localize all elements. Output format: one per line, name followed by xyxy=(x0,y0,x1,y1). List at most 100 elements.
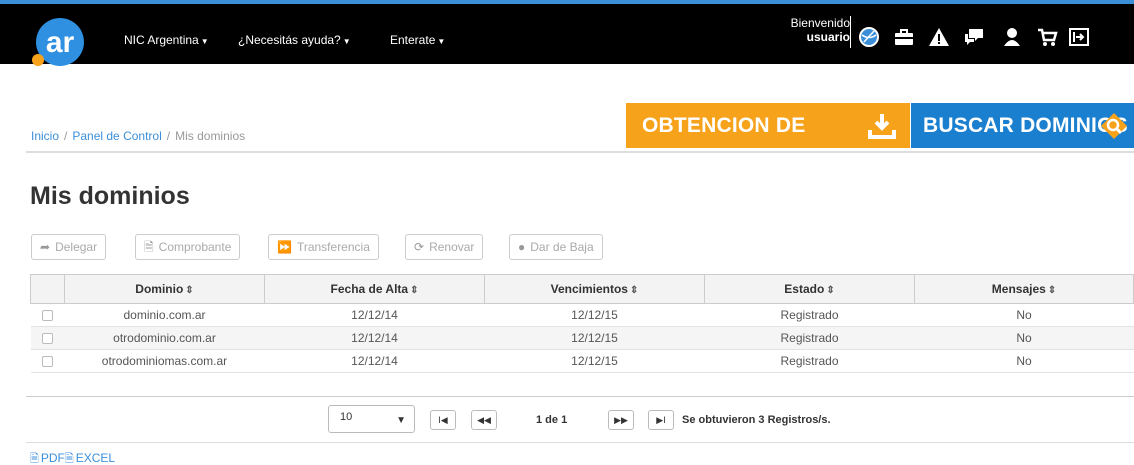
page-size-value: 10 xyxy=(340,411,353,423)
warning-icon[interactable] xyxy=(928,26,950,48)
pdf-file-icon: 🗎 xyxy=(30,453,39,465)
cell-estado: Registrado xyxy=(704,349,915,373)
records-count: Se obtuvieron 3 Registros/s. xyxy=(682,414,831,426)
header-dominio[interactable]: Dominio ⇕ xyxy=(64,274,265,304)
nav-menu-label: ¿Necesitás ayuda? xyxy=(238,33,341,47)
chevron-down-icon: ▼ xyxy=(396,415,406,426)
header-label: Dominio xyxy=(135,282,184,296)
breadcrumb-separator: / xyxy=(166,129,171,143)
header-label: Fecha de Alta xyxy=(330,282,409,296)
prev-page-button[interactable]: ◀◀ xyxy=(471,410,497,430)
cell-dominio: otrodominiomas.com.ar xyxy=(64,349,265,373)
cell-mensajes: No xyxy=(914,349,1134,373)
navbar-divider xyxy=(850,16,851,48)
briefcase-icon[interactable] xyxy=(893,26,915,48)
breadcrumb-current: Mis dominios xyxy=(175,129,246,143)
caret-down-icon: ▼ xyxy=(342,37,351,46)
header-vencimientos[interactable]: Vencimientos ⇕ xyxy=(484,274,705,304)
divider xyxy=(26,396,1134,397)
username: usuario xyxy=(806,30,850,44)
last-page-button[interactable]: ▶I xyxy=(648,410,674,430)
page-info: 1 de 1 xyxy=(536,414,568,426)
sort-icon: ⇕ xyxy=(1047,285,1057,296)
welcome-text: Bienvenido xyxy=(790,16,850,30)
first-page-button[interactable]: I◀ xyxy=(430,410,456,430)
buscar-dominios-label: BUSCAR DOMINIOS xyxy=(923,114,1128,137)
next-page-icon: ▶▶ xyxy=(614,415,628,425)
first-page-icon: I◀ xyxy=(438,415,448,425)
globe-icon[interactable] xyxy=(858,26,880,48)
cell-mensajes: No xyxy=(914,303,1134,327)
row-checkbox-cell xyxy=(30,349,65,373)
cell-vencimiento: 12/12/15 xyxy=(484,326,705,350)
nic-ar-logo[interactable]: ar xyxy=(30,14,88,68)
header-estado[interactable]: Estado ⇕ xyxy=(704,274,915,304)
export-excel-link[interactable]: 🗎 EXCEL xyxy=(65,451,115,465)
cell-fecha-alta: 12/12/14 xyxy=(264,349,485,373)
refresh-icon: ⟳ xyxy=(414,240,425,254)
table-row[interactable]: otrodominio.com.ar 12/12/14 12/12/15 Reg… xyxy=(30,326,1134,350)
row-checkbox-cell xyxy=(30,326,65,350)
cell-fecha-alta: 12/12/14 xyxy=(264,303,485,327)
dar-de-baja-label: Dar de Baja xyxy=(530,240,594,254)
header-label: Estado xyxy=(784,282,825,296)
header-fecha-alta[interactable]: Fecha de Alta ⇕ xyxy=(264,274,485,304)
caret-down-icon: ▼ xyxy=(437,37,446,46)
cell-vencimiento: 12/12/15 xyxy=(484,349,705,373)
select-all-header xyxy=(30,274,65,304)
prev-page-icon: ◀◀ xyxy=(477,415,491,425)
download-icon xyxy=(868,114,896,139)
dar-de-baja-button[interactable]: ● Dar de Baja xyxy=(509,234,603,260)
nav-menu-enterate[interactable]: Enterate ▼ xyxy=(390,33,445,47)
nav-menu-nic-argentina[interactable]: NIC Argentina ▼ xyxy=(124,33,209,47)
buscar-dominios-button[interactable]: BUSCAR DOMINIOS xyxy=(911,103,1134,148)
divider xyxy=(26,442,1134,443)
comprobante-button[interactable]: 🗎 Comprobante xyxy=(135,234,241,260)
fast-forward-icon: ⏩ xyxy=(277,240,292,254)
search-diamond-icon xyxy=(1101,113,1127,139)
sort-icon: ⇕ xyxy=(185,285,194,296)
renovar-label: Renovar xyxy=(429,240,475,254)
nav-menu-label: NIC Argentina xyxy=(124,33,199,47)
sort-icon: ⇕ xyxy=(826,285,835,296)
obtencion-dominios-button[interactable]: OBTENCION DE DOMINIOS xyxy=(626,103,910,182)
delegar-button[interactable]: ➦ Delegar xyxy=(31,234,107,260)
logout-icon[interactable] xyxy=(1068,26,1090,48)
export-pdf-link[interactable]: 🗎 PDF xyxy=(30,451,65,465)
breadcrumb-inicio[interactable]: Inicio xyxy=(31,129,59,143)
cart-icon[interactable] xyxy=(1036,26,1058,48)
breadcrumb-panel[interactable]: Panel de Control xyxy=(72,129,161,143)
renovar-button[interactable]: ⟳ Renovar xyxy=(405,234,484,260)
delegar-label: Delegar xyxy=(55,240,98,254)
row-checkbox[interactable] xyxy=(42,310,53,322)
row-checkbox[interactable] xyxy=(42,356,53,368)
transferencia-label: Transferencia xyxy=(296,240,370,254)
header-mensajes[interactable]: Mensajes ⇕ xyxy=(914,274,1134,304)
cell-dominio: otrodominio.com.ar xyxy=(64,326,265,350)
svg-text:ar: ar xyxy=(46,26,75,59)
cell-estado: Registrado xyxy=(704,303,915,327)
last-page-icon: ▶I xyxy=(656,415,666,425)
sort-icon: ⇕ xyxy=(629,285,639,296)
chat-icon[interactable] xyxy=(963,26,985,48)
next-page-button[interactable]: ▶▶ xyxy=(608,410,634,430)
transferencia-button[interactable]: ⏩ Transferencia xyxy=(268,234,379,260)
cell-estado: Registrado xyxy=(704,326,915,350)
user-icon[interactable] xyxy=(1001,26,1023,48)
page-size-select[interactable]: 10 ▼ xyxy=(328,405,415,433)
row-checkbox-cell xyxy=(30,303,65,327)
nav-menu-label: Enterate xyxy=(390,33,436,47)
excel-file-icon: 🗎 xyxy=(64,453,74,465)
table-row[interactable]: dominio.com.ar 12/12/14 12/12/15 Registr… xyxy=(30,303,1134,327)
breadcrumb: Inicio / Panel de Control / Mis dominios xyxy=(31,129,245,143)
obtencion-dominios-label: OBTENCION DE DOMINIOS xyxy=(642,114,806,182)
comprobante-label: Comprobante xyxy=(158,240,232,254)
table-row[interactable]: otrodominiomas.com.ar 12/12/14 12/12/15 … xyxy=(30,349,1134,373)
pdf-label: PDF xyxy=(40,451,65,465)
row-checkbox[interactable] xyxy=(42,333,53,345)
header-label: Vencimientos xyxy=(550,282,628,296)
share-arrow-icon: ➦ xyxy=(40,240,51,254)
nav-menu-ayuda[interactable]: ¿Necesitás ayuda? ▼ xyxy=(238,33,351,47)
breadcrumb-separator: / xyxy=(64,129,68,143)
cell-vencimiento: 12/12/15 xyxy=(484,303,705,327)
